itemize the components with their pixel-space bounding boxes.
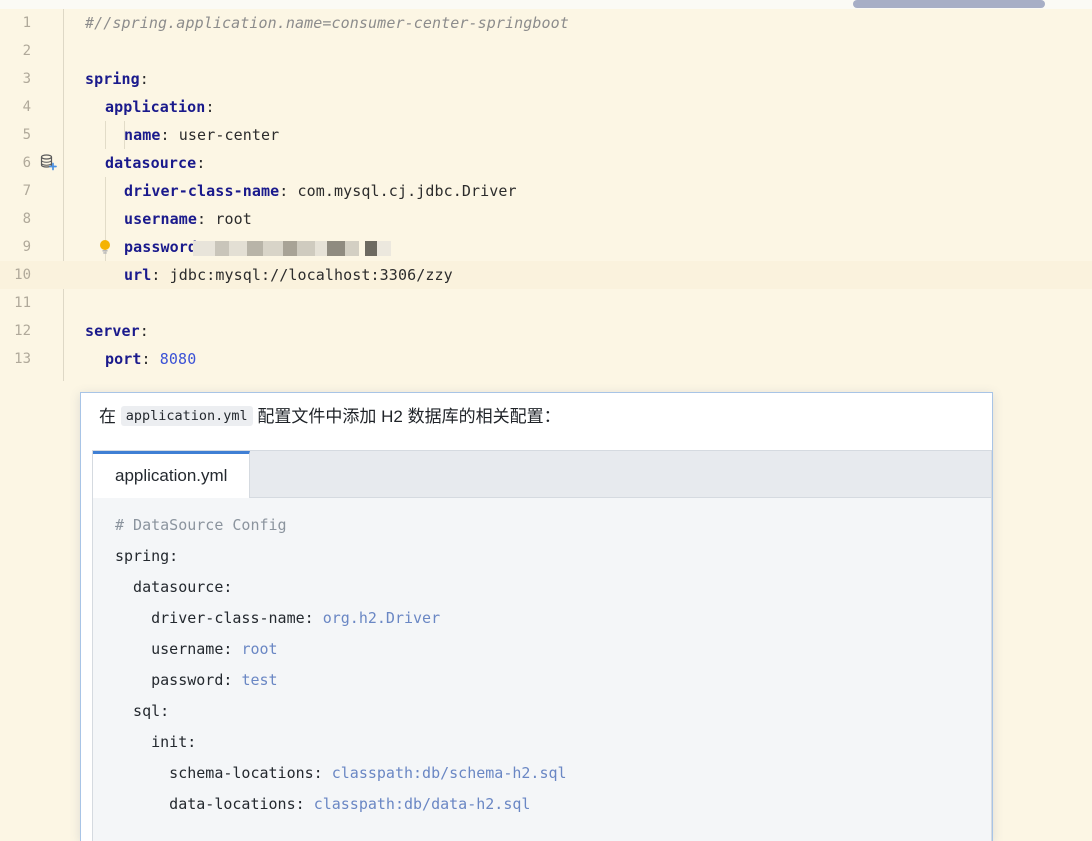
editor-line[interactable]: 2 bbox=[0, 37, 1092, 65]
yaml-colon: : bbox=[196, 154, 206, 172]
masked-password-value bbox=[193, 241, 393, 256]
editor-line[interactable]: 7 driver-class-name: com.mysql.cj.jdbc.D… bbox=[0, 177, 1092, 205]
database-add-icon[interactable] bbox=[38, 153, 58, 173]
yaml-key: password bbox=[124, 238, 198, 256]
snippet-line: sql: bbox=[115, 702, 170, 720]
yaml-key: username bbox=[124, 210, 198, 228]
yaml-colon: : bbox=[139, 322, 149, 340]
yaml-colon: : bbox=[141, 350, 160, 368]
editor-line[interactable]: 1 #//spring.application.name=consumer-ce… bbox=[0, 9, 1092, 37]
line-number: 6 bbox=[22, 155, 31, 171]
line-number: 2 bbox=[22, 43, 31, 59]
snippet-line-key: username: bbox=[115, 640, 242, 658]
popup-intro-prefix: 在 bbox=[99, 407, 116, 426]
screen-root: 1 #//spring.application.name=consumer-ce… bbox=[0, 0, 1092, 841]
line-number: 10 bbox=[14, 267, 31, 283]
yaml-key: url bbox=[124, 266, 152, 284]
code-snippet-tabbar[interactable]: application.yml bbox=[93, 451, 991, 498]
line-number: 8 bbox=[22, 211, 31, 227]
yaml-value: root bbox=[215, 210, 252, 228]
snippet-line: datasource: bbox=[115, 578, 233, 596]
line-number: 5 bbox=[22, 127, 31, 143]
yaml-key: datasource bbox=[105, 154, 197, 172]
inline-code-chip: application.yml bbox=[120, 406, 253, 426]
line-number: 7 bbox=[22, 183, 31, 199]
snippet-line-value: org.h2.Driver bbox=[322, 609, 441, 627]
line-number: 12 bbox=[14, 323, 31, 339]
snippet-line-key: password: bbox=[115, 671, 242, 689]
yaml-value: jdbc:mysql://localhost:3306/zzy bbox=[169, 266, 453, 284]
editor-line[interactable]: 8 username: root bbox=[0, 205, 1092, 233]
yaml-value: com.mysql.cj.jdbc.Driver bbox=[297, 182, 517, 200]
editor-line[interactable]: 9 password: bbox=[0, 233, 1092, 261]
editor-line[interactable]: 5 name: user-center bbox=[0, 121, 1092, 149]
line-number: 13 bbox=[14, 351, 31, 367]
yaml-colon: : bbox=[197, 210, 216, 228]
assistant-suggestion-popup[interactable]: 在 application.yml 配置文件中添加 H2 数据库的相关配置： a… bbox=[80, 392, 993, 841]
yaml-key: name bbox=[124, 126, 161, 144]
yaml-key: driver-class-name bbox=[124, 182, 280, 200]
lightbulb-intention-icon[interactable] bbox=[95, 237, 115, 257]
yaml-colon: : bbox=[205, 98, 215, 116]
yaml-key: server bbox=[85, 322, 140, 340]
popup-intro-suffix: 配置文件中添加 H2 数据库的相关配置： bbox=[257, 407, 561, 426]
yaml-colon: : bbox=[151, 266, 170, 284]
editor-line[interactable]: 13 port: 8080 bbox=[0, 345, 1092, 373]
yaml-value: user-center bbox=[178, 126, 280, 144]
yaml-key: application bbox=[105, 98, 206, 116]
line-number: 9 bbox=[22, 239, 31, 255]
snippet-line: init: bbox=[115, 733, 197, 751]
snippet-line-value: classpath:db/data-h2.sql bbox=[313, 795, 531, 813]
line-number: 1 bbox=[22, 15, 31, 31]
popup-intro-text: 在 application.yml 配置文件中添加 H2 数据库的相关配置： bbox=[99, 403, 561, 431]
editor-line[interactable]: 3 spring: bbox=[0, 65, 1092, 93]
line-number: 4 bbox=[22, 99, 31, 115]
editor-line-current[interactable]: 10 url: jdbc:mysql://localhost:3306/zzy bbox=[0, 261, 1092, 289]
yaml-key: spring bbox=[85, 70, 140, 88]
snippet-line-key: driver-class-name: bbox=[115, 609, 323, 627]
yaml-value: 8080 bbox=[159, 350, 197, 368]
snippet-line-comment: # DataSource Config bbox=[115, 516, 287, 534]
yaml-key: port bbox=[105, 350, 142, 368]
code-snippet-card[interactable]: application.yml # DataSource Config spri… bbox=[92, 450, 992, 841]
editor-line[interactable]: 11 bbox=[0, 289, 1092, 317]
yaml-colon: : bbox=[279, 182, 298, 200]
snippet-line-value: test bbox=[241, 671, 278, 689]
tab-application-yml[interactable]: application.yml bbox=[93, 451, 251, 498]
snippet-line: spring: bbox=[115, 547, 179, 565]
snippet-line-value: root bbox=[241, 640, 278, 658]
code-snippet-body[interactable]: # DataSource Config spring: datasource: … bbox=[93, 498, 991, 841]
line-number: 11 bbox=[14, 295, 31, 311]
editor-line[interactable]: 6 datasource: bbox=[0, 149, 1092, 177]
editor-line[interactable]: 12 server: bbox=[0, 317, 1092, 345]
snippet-line-key: schema-locations: bbox=[115, 764, 332, 782]
snippet-line-value: classpath:db/schema-h2.sql bbox=[331, 764, 567, 782]
snippet-line-key: data-locations: bbox=[115, 795, 314, 813]
horizontal-scrollbar-thumb[interactable] bbox=[853, 0, 1045, 8]
line-content: #//spring.application.name=consumer-cent… bbox=[85, 14, 569, 32]
line-number: 3 bbox=[22, 71, 31, 87]
editor-line[interactable]: 4 application: bbox=[0, 93, 1092, 121]
yaml-colon: : bbox=[160, 126, 179, 144]
horizontal-scrollbar-track[interactable] bbox=[0, 0, 1092, 9]
yaml-colon: : bbox=[139, 70, 149, 88]
